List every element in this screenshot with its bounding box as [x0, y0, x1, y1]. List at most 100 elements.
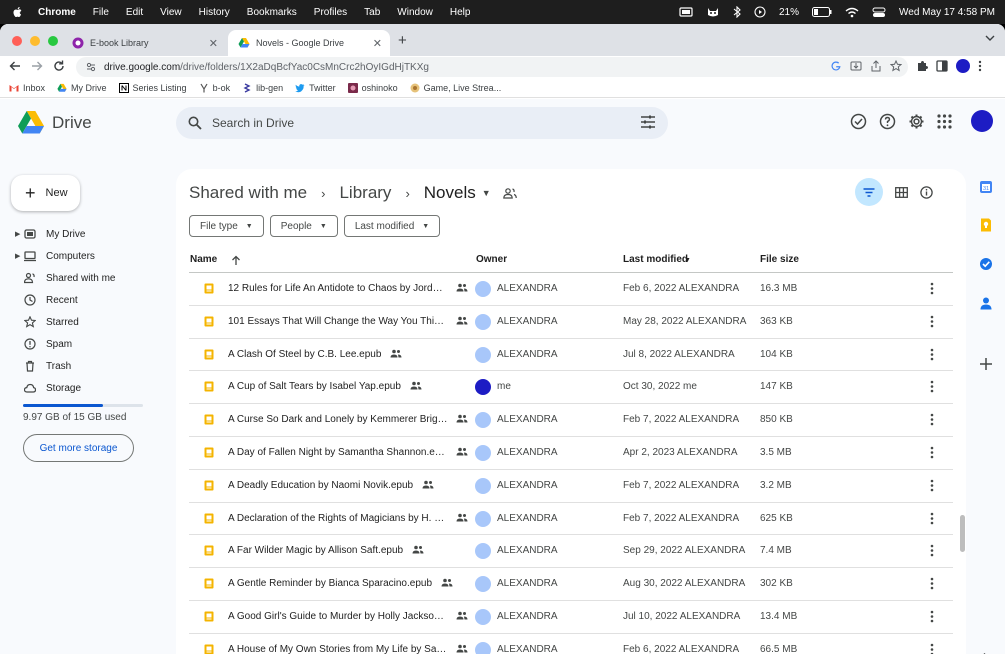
menu-file[interactable]: File: [93, 7, 109, 18]
table-row[interactable]: A Day of Fallen Night by Samantha Shanno…: [189, 437, 953, 470]
more-actions-icon[interactable]: [930, 348, 934, 361]
reload-icon[interactable]: [53, 60, 65, 72]
keep-icon[interactable]: [979, 218, 993, 232]
extensions-icon[interactable]: [916, 60, 928, 72]
menu-view[interactable]: View: [160, 7, 182, 18]
wifi-icon[interactable]: [845, 7, 859, 18]
settings-gear-icon[interactable]: [908, 113, 925, 130]
minimize-window-button[interactable]: [30, 36, 40, 46]
drive-search-box[interactable]: Search in Drive: [176, 107, 668, 139]
sidebar-item-storage[interactable]: Storage: [0, 377, 170, 399]
breadcrumb-library[interactable]: Library: [339, 183, 391, 203]
table-row[interactable]: A Cup of Salt Tears by Isabel Yap.epub me…: [189, 371, 953, 405]
help-icon[interactable]: [879, 113, 896, 130]
bookmark-game-live-stream[interactable]: Game, Live Strea...: [410, 83, 501, 93]
sort-caret-down-icon[interactable]: ▼: [684, 257, 691, 264]
table-row[interactable]: A Good Girl's Guide to Murder by Holly J…: [189, 601, 953, 634]
google-apps-icon[interactable]: [937, 114, 952, 129]
details-info-icon[interactable]: [920, 185, 933, 199]
last-modified-filter[interactable]: Last modified ▼: [343, 215, 441, 237]
caret-down-icon[interactable]: ▼: [482, 188, 491, 198]
share-icon[interactable]: [870, 60, 882, 72]
bookmark-my-drive[interactable]: My Drive: [57, 83, 107, 93]
search-icon[interactable]: [188, 116, 202, 130]
bookmark-twitter[interactable]: Twitter: [295, 83, 336, 93]
name-column-header[interactable]: Name: [190, 254, 217, 265]
menu-window[interactable]: Window: [397, 7, 433, 18]
caret-right-icon[interactable]: ▶: [15, 230, 20, 238]
bookmark-series-listing[interactable]: Series Listing: [118, 82, 187, 93]
menu-bookmarks[interactable]: Bookmarks: [247, 7, 297, 18]
close-tab-icon[interactable]: ✕: [209, 37, 218, 50]
zoom-window-button[interactable]: [48, 36, 58, 46]
sort-ascending-arrow-icon[interactable]: [231, 255, 241, 266]
tab-search-chevron-icon[interactable]: [985, 34, 995, 42]
more-actions-icon[interactable]: [930, 315, 934, 328]
more-actions-icon[interactable]: [930, 380, 934, 393]
battery-icon[interactable]: [812, 7, 832, 17]
breadcrumb-novels[interactable]: Novels: [424, 183, 476, 203]
more-actions-icon[interactable]: [930, 610, 934, 623]
sidebar-item-trash[interactable]: Trash: [0, 355, 170, 377]
search-options-icon[interactable]: [640, 115, 656, 129]
apple-icon[interactable]: [12, 6, 24, 18]
table-row[interactable]: A House of My Own Stories from My Life b…: [189, 634, 953, 654]
account-avatar[interactable]: [971, 110, 993, 132]
file-name[interactable]: 12 Rules for Life An Antidote to Chaos b…: [228, 283, 448, 294]
side-panel-icon[interactable]: [936, 60, 948, 72]
file-name[interactable]: A Day of Fallen Night by Samantha Shanno…: [228, 447, 448, 458]
more-actions-icon[interactable]: [930, 282, 934, 295]
drive-logo[interactable]: Drive: [18, 111, 92, 134]
close-tab-icon[interactable]: ✕: [373, 37, 382, 50]
menu-history[interactable]: History: [199, 7, 230, 18]
file-name[interactable]: A Deadly Education by Naomi Novik.epub: [228, 480, 413, 491]
grid-view-icon[interactable]: [895, 186, 908, 198]
file-name[interactable]: A Clash Of Steel by C.B. Lee.epub: [228, 349, 381, 360]
more-actions-icon[interactable]: [930, 413, 934, 426]
new-tab-icon[interactable]: +: [398, 32, 407, 49]
caret-right-icon[interactable]: ▶: [15, 252, 20, 260]
sidebar-item-starred[interactable]: Starred: [0, 311, 170, 333]
chrome-menu-icon[interactable]: [978, 60, 982, 72]
table-row[interactable]: 101 Essays That Will Change the Way You …: [189, 306, 953, 339]
file-size-column-header[interactable]: File size: [760, 254, 799, 265]
menu-help[interactable]: Help: [450, 7, 471, 18]
display-icon[interactable]: [679, 6, 693, 18]
bookmark-lib-gen[interactable]: lib-gen: [242, 83, 283, 93]
last-modified-column-header[interactable]: Last modified: [623, 254, 688, 265]
bookmark-b-ok[interactable]: b-ok: [199, 83, 230, 93]
more-actions-icon[interactable]: [930, 577, 934, 590]
file-name[interactable]: A Curse So Dark and Lonely by Kemmerer B…: [228, 414, 448, 425]
sidebar-item-shared-with-me[interactable]: Shared with me: [0, 267, 170, 289]
tab-ebook-library[interactable]: E-book Library ✕: [62, 30, 226, 56]
forward-arrow-icon[interactable]: [31, 60, 43, 72]
contacts-icon[interactable]: [979, 296, 993, 310]
chrome-profile-avatar[interactable]: [956, 59, 970, 73]
tasks-icon[interactable]: [979, 257, 993, 271]
more-actions-icon[interactable]: [930, 643, 934, 654]
close-window-button[interactable]: [12, 36, 22, 46]
table-row[interactable]: A Far Wilder Magic by Allison Saft.epub A…: [189, 535, 953, 569]
sidebar-item-my-drive[interactable]: ▶ My Drive: [0, 223, 170, 245]
cat-app-icon[interactable]: [706, 6, 720, 18]
file-name[interactable]: A Good Girl's Guide to Murder by Holly J…: [228, 611, 448, 622]
back-arrow-icon[interactable]: [9, 60, 21, 72]
control-center-icon[interactable]: [872, 7, 886, 18]
breadcrumb-shared-with-me[interactable]: Shared with me: [189, 183, 307, 203]
get-more-storage-button[interactable]: Get more storage: [23, 434, 134, 462]
play-icon[interactable]: [754, 6, 766, 18]
menu-edit[interactable]: Edit: [126, 7, 143, 18]
sidebar-item-recent[interactable]: Recent: [0, 289, 170, 311]
filter-toggle-button[interactable]: [855, 178, 883, 206]
new-button[interactable]: + New: [11, 175, 80, 211]
table-row[interactable]: A Clash Of Steel by C.B. Lee.epub ALEXAND…: [189, 339, 953, 372]
file-list-scrollbar[interactable]: [960, 515, 965, 552]
bookmark-star-icon[interactable]: [890, 60, 902, 72]
table-row[interactable]: A Declaration of the Rights of Magicians…: [189, 503, 953, 536]
bookmark-oshinoko[interactable]: oshinoko: [347, 82, 398, 93]
file-name[interactable]: A House of My Own Stories from My Life b…: [228, 644, 448, 654]
file-name[interactable]: A Cup of Salt Tears by Isabel Yap.epub: [228, 381, 401, 392]
menu-chrome[interactable]: Chrome: [38, 7, 76, 18]
install-app-icon[interactable]: [850, 60, 862, 72]
table-row[interactable]: A Curse So Dark and Lonely by Kemmerer B…: [189, 404, 953, 437]
